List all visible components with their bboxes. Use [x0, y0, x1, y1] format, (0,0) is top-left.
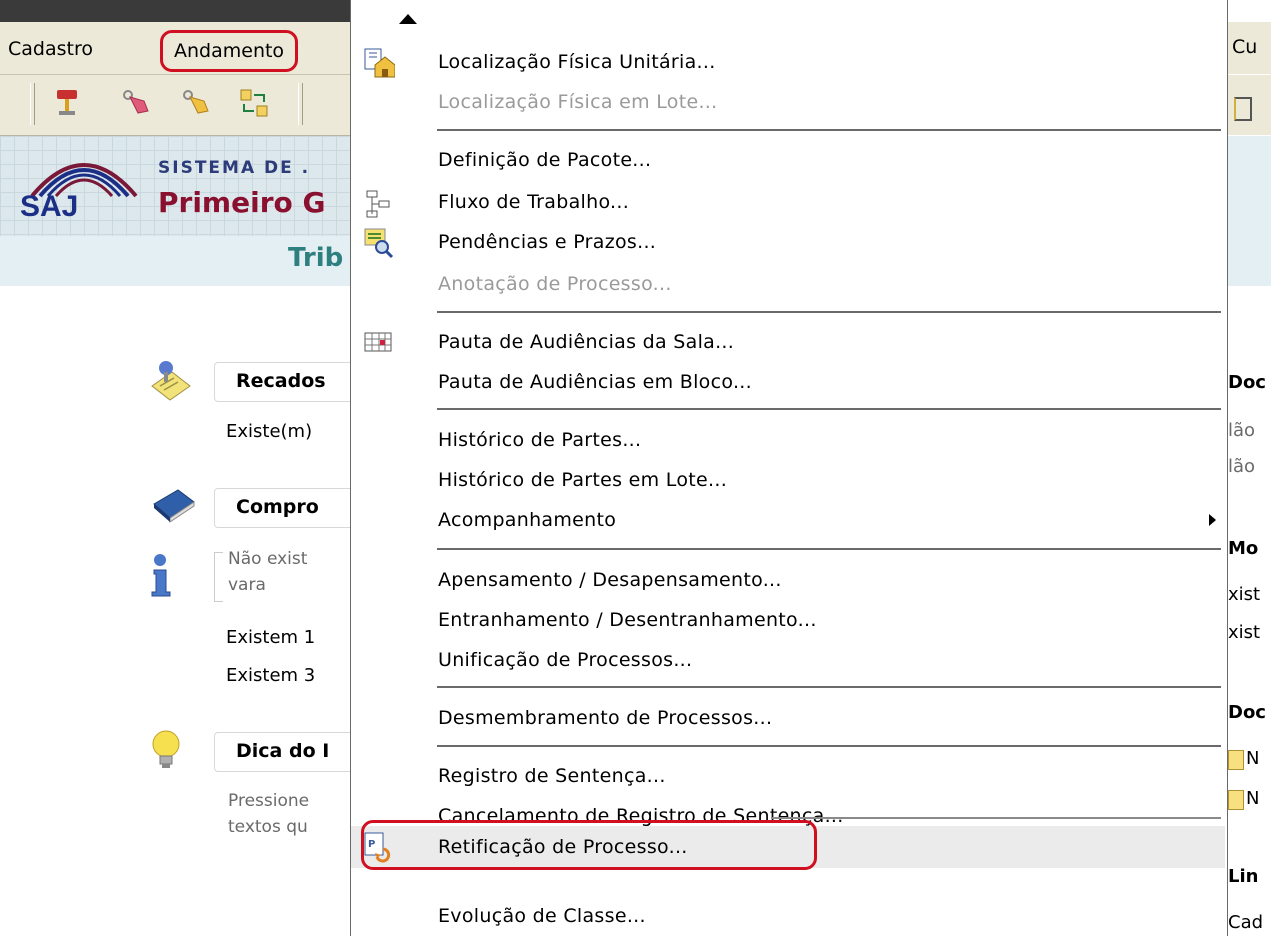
mo-title-partial: Mo — [1228, 538, 1259, 559]
menu-bar: Cadastro Andamento — [0, 22, 352, 75]
menu-separator — [437, 129, 1221, 131]
menu-item-pauta-bloco[interactable]: Pauta de Audiências em Bloco... — [351, 362, 1225, 402]
folder-icon — [1228, 790, 1244, 810]
menu-item-historico-partes-lote[interactable]: Histórico de Partes em Lote... — [351, 460, 1225, 500]
folder-icon — [1228, 750, 1244, 770]
search-document-icon — [364, 228, 394, 259]
menu-cadastro[interactable]: Cadastro — [0, 34, 101, 64]
menu-item-acompanhamento[interactable]: Acompanhamento — [351, 500, 1225, 540]
toolbar-grip — [30, 83, 35, 125]
toolbar-grip — [298, 83, 303, 125]
menu-item-label: Desmembramento de Processos... — [438, 707, 773, 729]
annotation-highlight-box — [361, 820, 817, 870]
menu-item-anotacao-processo: Anotação de Processo... — [351, 264, 1225, 304]
right-link-partial[interactable]: N — [1246, 748, 1259, 769]
menu-item-label: Registro de Sentença... — [438, 765, 666, 787]
andamento-dropdown-menu: Localização Física Unitária... Localizaç… — [350, 0, 1228, 936]
right-toolbar — [1226, 75, 1271, 135]
book-icon — [153, 489, 195, 523]
right-link-partial[interactable]: N — [1246, 788, 1259, 809]
banner-title: Primeiro G — [158, 186, 326, 219]
menu-item-label: Evolução de Classe... — [438, 905, 646, 927]
menu-separator — [437, 408, 1221, 410]
info-icon — [151, 554, 171, 597]
compromissos-line1: Não exist — [228, 549, 308, 569]
submenu-arrow-icon — [1209, 514, 1216, 526]
menu-item-pendencias-prazos[interactable]: Pendências e Prazos... — [351, 222, 1225, 262]
docs-title-partial: Doc — [1228, 372, 1266, 393]
dica-title: Dica do I — [236, 740, 330, 762]
stamp-icon[interactable] — [50, 85, 86, 121]
menu-item-label: Definição de Pacote... — [438, 149, 652, 171]
menu-item-label: Fluxo de Trabalho... — [438, 191, 630, 213]
menu-item-label: Histórico de Partes... — [438, 429, 642, 451]
app-banner: SAJ SISTEMA DE . Primeiro G — [0, 136, 352, 236]
tag-yellow-icon[interactable] — [178, 85, 214, 121]
notes-icon — [151, 361, 191, 401]
right-panel: Cu Doc lão lão Mo xist xist Doc N N Lin … — [1226, 0, 1271, 936]
right-text-partial: xist — [1228, 584, 1261, 605]
menu-separator — [437, 686, 1221, 688]
compromissos-line2: vara — [228, 575, 266, 595]
menu-andamento[interactable]: Andamento — [160, 30, 299, 72]
recados-title: Recados — [236, 370, 326, 392]
menu-item-label: Apensamento / Desapensamento... — [438, 569, 782, 591]
menu-item-definicao-pacote[interactable]: Definição de Pacote... — [351, 140, 1225, 180]
menu-item-label: Entranhamento / Desentranhamento... — [438, 609, 817, 631]
right-text-partial: xist — [1228, 622, 1261, 643]
menu-separator — [437, 745, 1221, 747]
toolbar-partial-icon[interactable] — [1234, 97, 1252, 121]
menu-item-label: Pendências e Prazos... — [438, 231, 657, 253]
tag-icon[interactable] — [118, 85, 154, 121]
right-header — [1226, 136, 1271, 286]
menu-partial-item[interactable]: Cu — [1232, 36, 1257, 58]
compromissos-title: Compro — [236, 496, 319, 518]
lightbulb-icon — [152, 730, 180, 768]
menu-item-historico-partes[interactable]: Histórico de Partes... — [351, 420, 1225, 460]
lin-title-partial: Lin — [1228, 866, 1259, 887]
menu-item-pauta-sala[interactable]: Pauta de Audiências da Sala... — [351, 322, 1225, 362]
menu-separator — [771, 817, 1221, 819]
menu-item-fluxo-trabalho[interactable]: Fluxo de Trabalho... — [351, 182, 1225, 222]
menu-item-registro-sentenca[interactable]: Registro de Sentença... — [351, 756, 1225, 796]
transfer-icon[interactable] — [236, 85, 272, 121]
menu-item-label: Acompanhamento — [438, 509, 617, 531]
menu-item-label: Unificação de Processos... — [438, 649, 693, 671]
menu-item-entranhamento[interactable]: Entranhamento / Desentranhamento... — [351, 600, 1225, 640]
menu-item-apensamento[interactable]: Apensamento / Desapensamento... — [351, 560, 1225, 600]
dica-line2: textos qu — [228, 817, 308, 837]
menu-item-localizacao-unitaria[interactable]: Localização Física Unitária... — [351, 42, 1225, 82]
scroll-up-icon[interactable] — [399, 14, 417, 24]
right-text-partial: lão — [1228, 456, 1256, 477]
building-file-icon — [364, 48, 395, 78]
workflow-icon — [366, 190, 390, 218]
note-box-edge — [214, 552, 223, 602]
banner-subtitle: SISTEMA DE . — [158, 158, 311, 178]
menu-separator — [437, 548, 1221, 550]
right-text-partial: lão — [1228, 420, 1256, 441]
docs2-title-partial: Doc — [1228, 702, 1266, 723]
menu-item-desmembramento[interactable]: Desmembramento de Processos... — [351, 698, 1225, 738]
recados-text: Existe(m) — [226, 421, 313, 442]
menu-item-evolucao-classe[interactable]: Evolução de Classe... — [351, 896, 1225, 936]
menu-item-label: Anotação de Processo... — [438, 273, 672, 295]
saj-logo-text: SAJ — [20, 190, 79, 223]
sub-banner: Trib — [0, 236, 352, 286]
menu-item-label: Pauta de Audiências da Sala... — [438, 331, 735, 353]
compromissos-line3: Existem 1 — [226, 627, 316, 648]
menu-item-label: Histórico de Partes em Lote... — [438, 469, 728, 491]
menu-item-label: Localização Física em Lote... — [438, 91, 718, 113]
menu-item-unificacao[interactable]: Unificação de Processos... — [351, 640, 1225, 680]
toolbar — [0, 75, 352, 136]
sub-banner-text: Trib — [288, 243, 344, 273]
right-menubar: Cu — [1226, 22, 1271, 74]
compromissos-line4: Existem 3 — [226, 665, 316, 686]
right-text-partial: Cad — [1228, 912, 1264, 933]
menu-item-localizacao-lote: Localização Física em Lote... — [351, 82, 1225, 122]
dica-line1: Pressione — [228, 791, 310, 811]
menu-item-label: Pauta de Audiências em Bloco... — [438, 371, 752, 393]
calendar-grid-icon — [364, 332, 392, 352]
menu-item-label: Localização Física Unitária... — [438, 51, 716, 73]
menu-separator — [437, 311, 1221, 313]
